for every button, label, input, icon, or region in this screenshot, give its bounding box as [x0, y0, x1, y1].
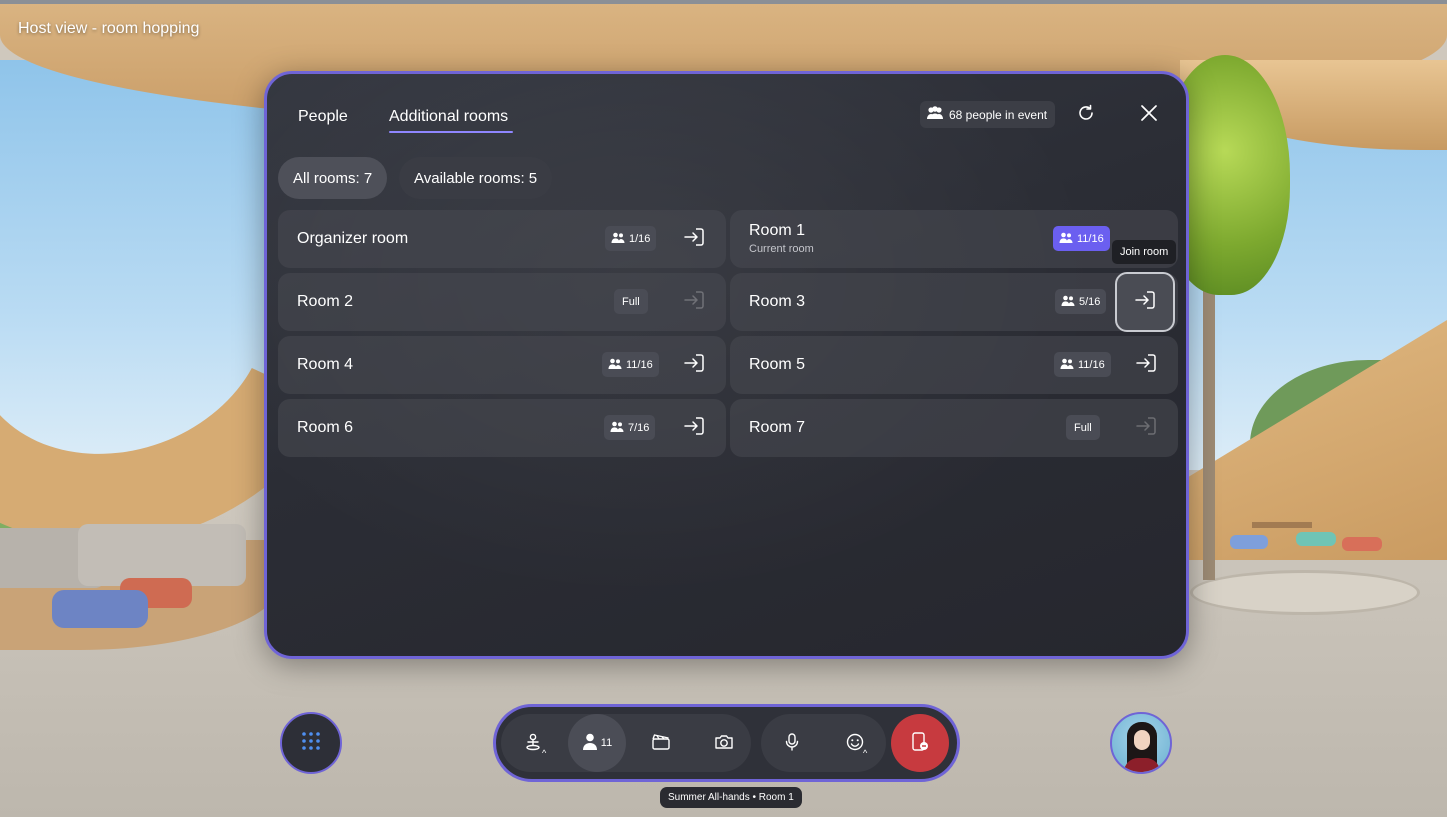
tree-trunk — [1203, 250, 1215, 580]
room-card-room-5[interactable]: Room 5 11/16 — [730, 336, 1178, 394]
room-card-room-6[interactable]: Room 6 7/16 — [278, 399, 726, 457]
room-occupancy-badge: 11/16 — [1053, 226, 1110, 251]
join-room-icon — [1136, 353, 1156, 377]
chevron-up-icon: ^ — [863, 748, 868, 758]
emoji-icon — [846, 733, 864, 754]
room-occupancy: 11/16 — [1078, 358, 1105, 371]
join-room-button[interactable] — [679, 224, 709, 254]
tab-people[interactable]: People — [298, 108, 348, 126]
room-name: Room 2 — [297, 293, 354, 310]
apps-button[interactable] — [280, 712, 342, 774]
filter-available-rooms[interactable]: Available rooms: 5 — [399, 157, 553, 199]
people-icon — [1060, 358, 1074, 372]
participant-count: 11 — [600, 737, 613, 749]
room-occupancy-badge: 1/16 — [605, 226, 657, 251]
people-icon — [610, 421, 624, 435]
cushion — [1230, 535, 1268, 549]
active-tab-indicator — [389, 131, 513, 133]
room-card-organizer[interactable]: Organizer room 1/16 — [278, 210, 726, 268]
tab-additional-rooms[interactable]: Additional rooms — [389, 108, 508, 126]
close-icon — [1140, 104, 1158, 127]
avatar-stand-icon — [524, 733, 542, 754]
room-card-room-7[interactable]: Room 7 Full — [730, 399, 1178, 457]
close-button[interactable] — [1134, 100, 1164, 130]
join-room-button[interactable] — [1131, 350, 1161, 380]
room-card-room-1[interactable]: Room 1 Current room 11/16 — [730, 210, 1178, 268]
join-room-icon — [684, 416, 704, 440]
room-occupancy: 5/16 — [1079, 295, 1101, 308]
media-button[interactable] — [632, 714, 690, 772]
join-room-icon — [1136, 416, 1156, 440]
camera-button[interactable] — [695, 714, 753, 772]
join-room-button — [679, 287, 709, 317]
microphone-icon — [785, 732, 799, 754]
ceiling-rim — [0, 0, 1447, 4]
room-name: Room 5 — [749, 356, 806, 373]
room-occupancy: 11/16 — [626, 358, 653, 371]
room-name: Room 1 — [749, 222, 806, 239]
refresh-button[interactable] — [1071, 100, 1101, 130]
cushion — [1296, 532, 1336, 546]
table — [1252, 522, 1312, 528]
join-room-button[interactable] — [1115, 272, 1175, 332]
reactions-button[interactable]: ^ — [826, 714, 884, 772]
room-name: Room 6 — [297, 419, 354, 436]
join-room-tooltip: Join room — [1112, 240, 1177, 264]
room-occupancy-badge: 11/16 — [602, 352, 659, 377]
clapperboard-icon — [652, 733, 670, 753]
room-occupancy: 7/16 — [628, 421, 650, 434]
room-subtitle: Current room — [749, 243, 814, 255]
apps-grid-icon — [301, 731, 321, 756]
person-icon — [582, 733, 598, 753]
participants-button[interactable]: 11 — [568, 714, 626, 772]
join-room-button[interactable] — [679, 413, 709, 443]
rooms-panel: People Additional rooms 68 people in eve… — [264, 71, 1189, 659]
people-in-event-label: 68 people in event — [949, 107, 1048, 122]
join-room-button[interactable] — [679, 350, 709, 380]
avatar[interactable] — [1110, 712, 1172, 774]
people-in-event-badge: 68 people in event — [920, 101, 1056, 128]
filter-all-rooms[interactable]: All rooms: 7 — [278, 157, 388, 199]
avatar-face — [1134, 730, 1150, 750]
room-occupancy-badge: 5/16 — [1055, 289, 1107, 314]
sofa — [78, 524, 246, 586]
meeting-status: Summer All-hands • Room 1 — [660, 787, 802, 808]
chevron-up-icon: ^ — [542, 748, 547, 758]
meeting-toolbar: ^ 11 ^ — [493, 704, 960, 782]
room-name: Room 7 — [749, 419, 806, 436]
leave-icon — [911, 731, 929, 755]
room-full-badge: Full — [1066, 415, 1100, 440]
join-room-button — [1131, 413, 1161, 443]
avatar-stand-button[interactable]: ^ — [504, 714, 562, 772]
room-occupancy-badge: 7/16 — [604, 415, 656, 440]
room-card-room-2[interactable]: Room 2 Full — [278, 273, 726, 331]
room-occupancy: 1/16 — [629, 232, 651, 245]
room-name: Room 4 — [297, 356, 354, 373]
join-room-icon — [684, 227, 704, 251]
people-icon — [1061, 295, 1075, 309]
join-room-icon — [684, 353, 704, 377]
avatar-body — [1124, 758, 1160, 772]
refresh-icon — [1076, 103, 1096, 128]
microphone-button[interactable] — [763, 714, 821, 772]
cushion — [1342, 537, 1382, 551]
room-full-badge: Full — [614, 289, 648, 314]
planter — [1190, 570, 1420, 615]
room-card-room-4[interactable]: Room 4 11/16 — [278, 336, 726, 394]
join-room-icon — [684, 290, 704, 314]
leave-button[interactable] — [891, 714, 949, 772]
join-room-icon — [1135, 290, 1155, 314]
people-icon — [611, 232, 625, 246]
people-icon — [1059, 232, 1073, 246]
room-card-room-3[interactable]: Room 3 5/16 — [730, 272, 1178, 332]
scene-title: Host view - room hopping — [18, 20, 200, 37]
room-occupancy: 11/16 — [1077, 232, 1104, 245]
room-name: Organizer room — [297, 230, 409, 247]
people-icon — [926, 106, 944, 123]
people-icon — [608, 358, 622, 372]
camera-icon — [714, 734, 734, 753]
cushion — [52, 590, 148, 628]
room-name: Room 3 — [749, 293, 806, 310]
room-occupancy-badge: 11/16 — [1054, 352, 1111, 377]
